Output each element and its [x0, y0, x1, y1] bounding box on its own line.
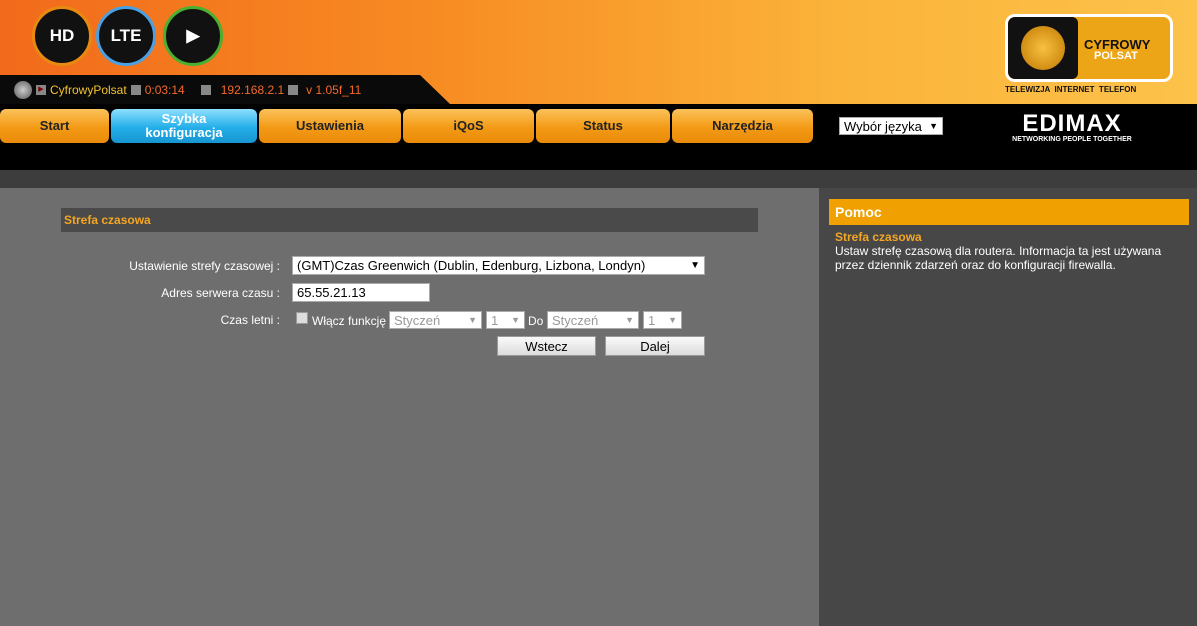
logo-tagline: TELEWIZJA INTERNET TELEFON	[1005, 85, 1137, 94]
arrow-icon	[288, 84, 299, 95]
dst-to-label: Do	[528, 314, 544, 328]
server-label: Adres serwera czasu :	[161, 286, 280, 300]
status-version: v 1.05f_11	[306, 82, 362, 97]
play-badge-icon: ▶	[163, 6, 223, 66]
edimax-tagline: NETWORKING PEOPLE TOGETHER	[1012, 136, 1132, 143]
status-ip: 192.168.2.1	[220, 82, 285, 97]
divider-strip	[0, 170, 1197, 188]
dst-label: Czas letni :	[220, 313, 280, 327]
arrow-icon: ▶	[36, 84, 46, 95]
tab-quick-setup[interactable]: Szybka konfiguracja	[111, 109, 257, 143]
lte-badge-icon: LTE	[96, 6, 156, 66]
status-uptime: 0:03:14	[144, 82, 185, 97]
globe-icon	[14, 80, 32, 99]
edimax-logo: EDIMAX	[1022, 110, 1122, 137]
dst-checkbox-label: Włącz funkcję	[312, 314, 387, 328]
tab-settings[interactable]: Ustawienia	[259, 109, 401, 143]
help-title: Pomoc	[829, 199, 1189, 225]
cyfrowy-polsat-logo: CYFROWY POLSAT	[1005, 14, 1173, 82]
tab-start[interactable]: Start	[0, 109, 109, 143]
dst-to-month-select: Styczeń ▼	[547, 311, 639, 329]
timezone-label: Ustawienie strefy czasowej :	[129, 259, 280, 273]
timezone-select[interactable]: (GMT)Czas Greenwich (Dublin, Edenburg, L…	[292, 256, 705, 275]
help-text: Ustaw strefę czasową dla routera. Inform…	[835, 244, 1162, 272]
section-title: Strefa czasowa	[61, 208, 758, 232]
language-select[interactable]: Wybór języka ▼	[839, 117, 943, 135]
time-server-input[interactable]: 65.55.21.13	[292, 283, 430, 302]
arrow-icon	[200, 84, 211, 95]
hd-badge-icon: HD	[32, 6, 92, 66]
tab-status[interactable]: Status	[536, 109, 670, 143]
tab-iqos[interactable]: iQoS	[403, 109, 534, 143]
help-subtitle: Strefa czasowa	[835, 230, 922, 244]
status-bar: ▶ CyfrowyPolsat 0:03:14 192.168.2.1 v 1.…	[0, 75, 450, 104]
back-button[interactable]: Wstecz	[497, 336, 596, 356]
dst-to-day-select: 1 ▼	[643, 311, 682, 329]
dst-from-month-select: Styczeń ▼	[389, 311, 482, 329]
status-name: CyfrowyPolsat	[50, 82, 127, 97]
dst-from-day-select: 1 ▼	[486, 311, 525, 329]
dst-checkbox[interactable]	[296, 312, 308, 324]
tab-tools[interactable]: Narzędzia	[672, 109, 813, 143]
arrow-icon	[130, 84, 141, 95]
next-button[interactable]: Dalej	[605, 336, 705, 356]
